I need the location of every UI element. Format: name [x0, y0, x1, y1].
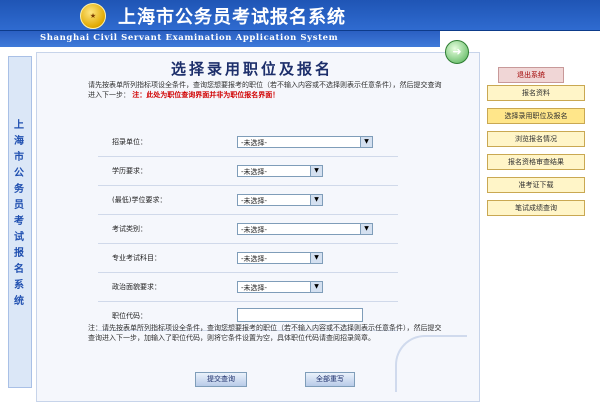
reset-button[interactable]: 全部重写: [305, 372, 355, 387]
decorative-page-curl: [395, 335, 467, 392]
form-row-exam-type: 考试类别： -未选择- ▼: [98, 214, 398, 244]
chevron-down-icon: ▼: [310, 253, 322, 263]
nav-item-application-info[interactable]: 报名资料: [487, 85, 585, 101]
app-title-cn: 上海市公务员考试报名系统: [118, 7, 346, 28]
education-select[interactable]: -未选择- ▼: [237, 165, 323, 177]
field-label: 政治面貌要求：: [98, 272, 236, 302]
nav-item-admit-card[interactable]: 准考证下载: [487, 177, 585, 193]
chevron-down-icon: ▼: [310, 282, 322, 292]
subtitle-bar: Shanghai Civil Servant Examination Appli…: [0, 31, 440, 47]
chevron-down-icon: ▼: [310, 166, 322, 176]
field-label: (最低)学位要求：: [98, 185, 236, 215]
page-title: 选择录用职位及报名: [171, 60, 334, 78]
header-bar: ★ 上海市公务员考试报名系统: [0, 0, 600, 31]
nav-menu: 报名资料 选择录用职位及报名 浏览报名情况 报名资格审查结果 准考证下载 笔试成…: [487, 85, 585, 223]
instruction-top-warning: 注：此处为职位查询界面并非为职位报名界面！: [132, 91, 280, 99]
degree-select[interactable]: -未选择- ▼: [237, 194, 323, 206]
nav-item-browse-status[interactable]: 浏览报名情况: [487, 131, 585, 147]
instruction-top: 请先按表单所列指标项设全条件，查询您想要报考的职位（若不输入内容或不选择则表示任…: [88, 80, 448, 100]
form-row-education: 学历要求： -未选择- ▼: [98, 156, 398, 186]
exam-type-select[interactable]: -未选择- ▼: [237, 223, 373, 235]
position-code-input[interactable]: [237, 308, 363, 322]
field-label: 考试类别：: [98, 214, 236, 244]
form-row-subject: 专业考试科目： -未选择- ▼: [98, 243, 398, 273]
app-title-en: Shanghai Civil Servant Examination Appli…: [40, 33, 339, 43]
instruction-bottom: 注：请先按表单所列指标项设全条件，查询您想要报考的职位（若不输入内容或不选择则表…: [88, 324, 442, 342]
submit-query-button[interactable]: 提交查询: [195, 372, 247, 387]
exit-system-link[interactable]: 退出系统: [498, 67, 564, 83]
emblem-icon: ★: [80, 3, 106, 29]
search-form: 招录单位： -未选择- ▼ 学历要求： -未选择- ▼ (最低)学位要求： -未选择…: [98, 128, 398, 331]
field-label: 招录单位：: [98, 128, 236, 157]
nav-item-select-position[interactable]: 选择录用职位及报名: [487, 108, 585, 124]
form-row-political: 政治面貌要求： -未选择- ▼: [98, 272, 398, 302]
form-row-degree: (最低)学位要求： -未选择- ▼: [98, 185, 398, 215]
field-label: 专业考试科目：: [98, 243, 236, 273]
chevron-down-icon: ▼: [360, 224, 372, 234]
unit-select[interactable]: -未选择- ▼: [237, 136, 373, 148]
nav-item-review-result[interactable]: 报名资格审查结果: [487, 154, 585, 170]
subject-select[interactable]: -未选择- ▼: [237, 252, 323, 264]
arrow-right-icon[interactable]: ➜: [445, 40, 469, 64]
chevron-down-icon: ▼: [360, 137, 372, 147]
vertical-app-title: 上 海 市 公 务 员 考 试 报 名 系 统: [14, 120, 24, 307]
field-label: 学历要求：: [98, 156, 236, 186]
nav-item-score-query[interactable]: 笔试成绩查询: [487, 200, 585, 216]
form-row-unit: 招录单位： -未选择- ▼: [98, 128, 398, 157]
chevron-down-icon: ▼: [310, 195, 322, 205]
political-select[interactable]: -未选择- ▼: [237, 281, 323, 293]
